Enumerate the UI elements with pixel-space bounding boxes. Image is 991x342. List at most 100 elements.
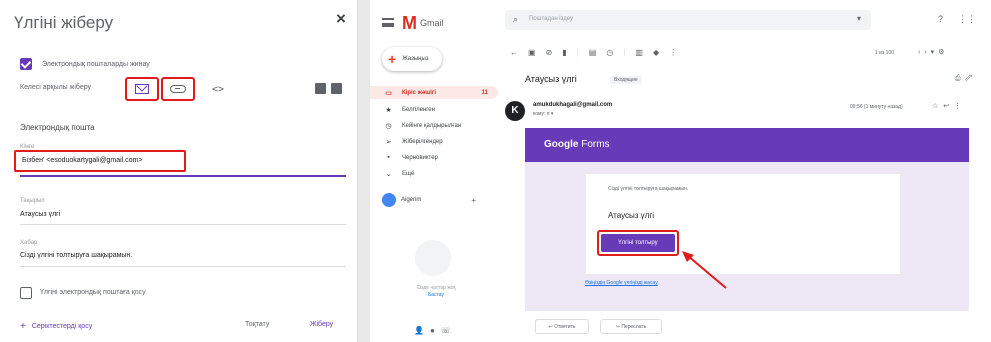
message-toolbar: ← ▣ ⊘ ▮ | ▤ ◷ | ▥ ◆ ⋮ (510, 48, 677, 57)
pager-nav-icons[interactable]: ‹›▾⚙ (918, 48, 948, 56)
sidebar-item-label: Белгіленген (402, 106, 435, 113)
send-link-tab[interactable] (161, 77, 195, 101)
recipient-line[interactable]: кому: я ▾ (533, 111, 553, 117)
sidebar-item-drafts[interactable]: ▪ Черновиктер (370, 151, 498, 164)
forms-logo-forms: Forms (578, 139, 610, 150)
sender-avatar: K (505, 101, 525, 121)
clock-icon: ◷ (385, 122, 392, 130)
account-name: Aigerim (401, 197, 422, 203)
message-field[interactable]: Сізді үлгіні толтыруға шақырамын. (20, 252, 132, 259)
reply-icon[interactable]: ☆↩⋮ (932, 102, 966, 110)
add-chat-icon[interactable]: + (471, 196, 476, 205)
reply-label: Ответить (554, 323, 576, 330)
compose-button[interactable]: + Жазыңыз (382, 47, 442, 71)
send-button[interactable]: Жіберу (310, 321, 333, 328)
close-icon[interactable]: × (336, 9, 346, 29)
help-icon[interactable]: ? (938, 14, 943, 24)
sidebar-item-label: Кейінге қалдырылған (402, 122, 462, 129)
sidebar-item-label: Черновиктер (402, 154, 438, 161)
collect-email-label: Электрондық пошталарды жинау (42, 60, 150, 68)
sidebar-item-sent[interactable]: ➢ Жіберілгендер (370, 135, 498, 148)
toolbar-divider: | (623, 48, 626, 57)
avatar (382, 193, 396, 207)
compose-plus-icon: + (388, 51, 397, 67)
embed-code-icon[interactable]: <> (212, 84, 224, 95)
search-bar[interactable]: ⌕ Поштадан іздеу ▾ (505, 10, 871, 30)
search-options-icon[interactable]: ▾ (857, 14, 861, 23)
reply-button[interactable]: ↩ Ответить (535, 319, 589, 334)
to-field-underline (20, 175, 346, 177)
sidebar-item-label: Жіберілгендер (402, 138, 443, 145)
main-menu-icon[interactable] (382, 18, 394, 27)
print-icon[interactable]: ⎙⇗ (955, 75, 976, 83)
message-label: Хабар (20, 240, 38, 246)
sender-email: amukdukhagali@gmail.com (533, 102, 613, 108)
sidebar-item-starred[interactable]: ★ Белгіленген (370, 103, 498, 116)
link-icon (170, 85, 186, 93)
move-to-icon[interactable]: ▥ (635, 48, 643, 57)
compose-label: Жазыңыз (402, 56, 429, 62)
fill-form-button[interactable]: Үлгіні толтыру (601, 234, 675, 252)
email-section-title: Электрондық пошта (20, 123, 95, 132)
sidebar-item-snoozed[interactable]: ◷ Кейінге қалдырылған (370, 119, 498, 132)
sidebar-item-inbox[interactable]: ▭ Кіріс жәшігі 11 (370, 86, 498, 99)
label-icon[interactable]: ◆ (653, 48, 659, 57)
add-person-icon: + (20, 321, 26, 332)
inbox-icon: ▭ (385, 89, 392, 97)
subject-label: Тақырып (20, 198, 45, 204)
hangouts-placeholder-icon (415, 240, 451, 276)
forward-label: Переслать (621, 323, 647, 330)
archive-icon[interactable]: ▣ (528, 48, 536, 57)
send-via-label: Келесі арқылы жіберу (20, 84, 92, 91)
snooze-icon[interactable]: ◷ (606, 48, 613, 57)
invite-text: Сізді үлгіні толтыруға шақырамын. (608, 186, 689, 192)
facebook-icon[interactable] (315, 83, 326, 94)
search-input[interactable]: Поштадан іздеу (529, 16, 573, 22)
screenshot-root: Үлгіні жіберу × Электрондық пошталарды ж… (0, 0, 991, 342)
send-icon: ➢ (385, 138, 392, 146)
collect-email-row: Электрондық пошталарды жинау (20, 57, 150, 71)
hangouts-start-link[interactable]: Бастау (408, 292, 464, 299)
create-form-link[interactable]: Өзіңіздің Google үлгіңізді жасау (585, 280, 658, 286)
sidebar-item-more[interactable]: ⌄ Ещё (370, 167, 498, 180)
star-icon: ★ (385, 106, 392, 114)
toolbar-divider: | (576, 48, 579, 57)
to-field[interactable]: Бізбен' <esoduokartygali@gmail.com> (14, 150, 186, 172)
include-form-label: Үлгіні электрондық поштаға қосу (40, 289, 146, 296)
hangouts-bottom-icons[interactable]: 👤●☏ (414, 326, 457, 335)
email-subject: Атаусыз үлгі (525, 74, 577, 84)
email-date: 09:56 (1 минуту назад) (850, 104, 903, 110)
annotation-arrow-icon (682, 251, 727, 289)
subject-underline (20, 224, 346, 225)
delete-icon[interactable]: ▮ (562, 48, 566, 57)
forms-invite-panel: Сізді үлгіні толтыруға шақырамын. Атаусы… (586, 174, 900, 274)
inbox-label-badge[interactable]: Входящие (610, 76, 642, 84)
add-collaborators-button[interactable]: + Серіктестерді қосу (20, 321, 92, 332)
forward-button[interactable]: ↪ Переслать (600, 319, 662, 334)
form-title: Атаусыз үлгі (608, 211, 655, 220)
send-form-dialog: Үлгіні жіберу × Электрондық пошталарды ж… (0, 0, 358, 342)
more-icon[interactable]: ⋮ (669, 48, 677, 57)
twitter-icon[interactable] (331, 83, 342, 94)
collect-email-checkbox[interactable] (20, 58, 32, 70)
gmail-brand: Gmail (420, 18, 444, 28)
apps-grid-icon[interactable]: ⋮⋮ (958, 14, 976, 25)
search-icon[interactable]: ⌕ (513, 14, 518, 25)
send-email-tab[interactable] (125, 77, 159, 101)
gmail-logo-icon[interactable]: M (402, 13, 417, 34)
forms-header: Google Forms (525, 128, 969, 162)
mark-unread-icon[interactable]: ▤ (589, 48, 597, 57)
back-icon[interactable]: ← (510, 48, 518, 57)
envelope-icon (135, 84, 149, 94)
chevron-down-icon: ⌄ (385, 170, 392, 178)
hangouts-empty-label: Сізде чаттар жоқ (416, 285, 456, 291)
inbox-count: 11 (481, 89, 488, 96)
add-collaborators-label: Серіктестерді қосу (31, 323, 93, 330)
cancel-button[interactable]: Тоқтату (245, 321, 269, 328)
panel-divider (358, 0, 370, 342)
hangouts-account[interactable]: Aigerim + (382, 193, 476, 207)
google-forms-logo: Google Forms (544, 139, 610, 150)
report-spam-icon[interactable]: ⊘ (546, 48, 553, 57)
subject-field[interactable]: Атаусыз үлгі (20, 211, 60, 218)
include-form-checkbox[interactable] (20, 287, 32, 299)
